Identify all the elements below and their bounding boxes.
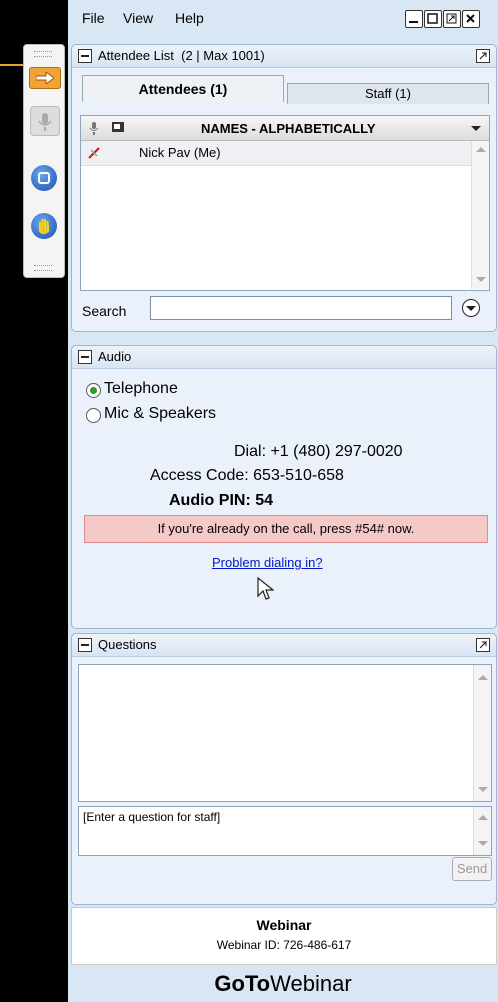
search-label: Search [82,303,127,319]
attendee-scrollbar[interactable] [471,141,489,289]
microphone-icon [89,122,99,135]
scroll-down-icon[interactable] [476,277,486,282]
search-input[interactable] [150,296,452,320]
questions-title: Questions [98,637,157,652]
microphone-icon [38,113,52,131]
questions-header: Questions [72,634,496,657]
muted-mic-icon [88,147,100,159]
gotowebinar-logo: GoToWebinar [214,971,352,996]
telephone-radio[interactable] [86,383,101,398]
popout-attendee-button[interactable] [476,49,490,63]
scroll-up-icon[interactable] [478,815,488,820]
menu-bar: File View Help [68,0,498,38]
sort-dropdown-icon[interactable] [471,126,481,131]
attendee-name: Nick Pav (Me) [139,145,221,160]
chevron-down-icon [466,306,476,311]
mic-speakers-radio[interactable] [86,408,101,423]
list-header-row: NAMES - ALPHABETICALLY [81,116,489,141]
audio-section: Audio Telephone Mic & Speakers Dial: +1 … [71,345,497,629]
cursor-icon [257,576,274,600]
webinar-title: Webinar [256,917,312,933]
minimize-icon [409,21,418,23]
popout-icon [446,13,457,24]
arrow-right-icon [36,72,54,84]
close-icon [466,14,475,23]
popout-button[interactable] [443,10,461,28]
grip-handle-bottom[interactable] [34,265,52,271]
scroll-up-icon[interactable] [476,147,486,152]
audio-header: Audio [72,346,496,369]
webinar-id: Webinar ID: 726-486-617 [216,938,352,952]
restore-icon [427,13,438,24]
menu-view[interactable]: View [123,10,153,26]
attendee-list-section: Attendee List (2 | Max 1001) Attendees (… [71,44,497,332]
close-button[interactable] [462,10,480,28]
hand-icon [38,218,50,235]
raise-hand-button[interactable] [31,213,57,239]
problem-dialing-link[interactable]: Problem dialing in? [212,555,323,570]
menu-file[interactable]: File [82,10,105,26]
popout-icon [479,641,487,649]
already-on-call-notice: If you're already on the call, press #54… [84,515,488,543]
mic-speakers-label[interactable]: Mic & Speakers [104,405,216,423]
scroll-up-icon[interactable] [478,675,488,680]
webinar-info: Webinar Webinar ID: 726-486-617 [71,907,497,965]
tab-staff[interactable]: Staff (1) [287,83,489,104]
attendee-list[interactable]: NAMES - ALPHABETICALLY Nick Pav (Me) [80,115,490,291]
search-options-button[interactable] [462,299,480,317]
popout-icon [479,52,487,60]
screen-button[interactable] [31,165,57,191]
table-row[interactable]: Nick Pav (Me) [81,141,471,166]
access-code: Access Code: 653-510-658 [150,467,344,484]
scroll-down-icon[interactable] [478,787,488,792]
control-panel: File View Help Attendee List (2 | Max 10… [68,0,498,1002]
audio-pin: Audio PIN: 54 [169,492,274,509]
microphone-button[interactable] [30,106,60,136]
send-button[interactable]: Send [452,857,492,881]
show-panel-button[interactable] [29,67,61,89]
menu-help[interactable]: Help [175,10,204,26]
screen-icon [38,172,50,184]
tab-attendees[interactable]: Attendees (1) [82,75,284,102]
question-input-scrollbar[interactable] [473,807,491,855]
grip-handle-top[interactable] [34,51,52,57]
telephone-label[interactable]: Telephone [104,380,178,398]
question-placeholder: [Enter a question for staff] [83,810,221,824]
audio-title: Audio [98,349,132,364]
popout-questions-button[interactable] [476,638,490,652]
restore-button[interactable] [424,10,442,28]
questions-section: Questions [Enter a question for staff] S… [71,633,497,905]
attendee-list-title: Attendee List (2 | Max 1001) [98,48,265,63]
minimize-button[interactable] [405,10,423,28]
collapse-attendee-button[interactable] [78,49,92,63]
attendee-list-header: Attendee List (2 | Max 1001) [72,45,496,68]
scroll-down-icon[interactable] [478,841,488,846]
dial-number: Dial: +1 (480) 297-0020 [234,443,403,460]
questions-log[interactable] [78,664,492,802]
question-input[interactable]: [Enter a question for staff] [78,806,492,856]
control-toolbar[interactable] [23,44,65,278]
collapse-audio-button[interactable] [78,350,92,364]
names-column-header[interactable]: NAMES - ALPHABETICALLY [201,121,376,136]
screen-share-icon [112,122,124,132]
collapse-questions-button[interactable] [78,638,92,652]
questions-scrollbar[interactable] [473,665,491,801]
